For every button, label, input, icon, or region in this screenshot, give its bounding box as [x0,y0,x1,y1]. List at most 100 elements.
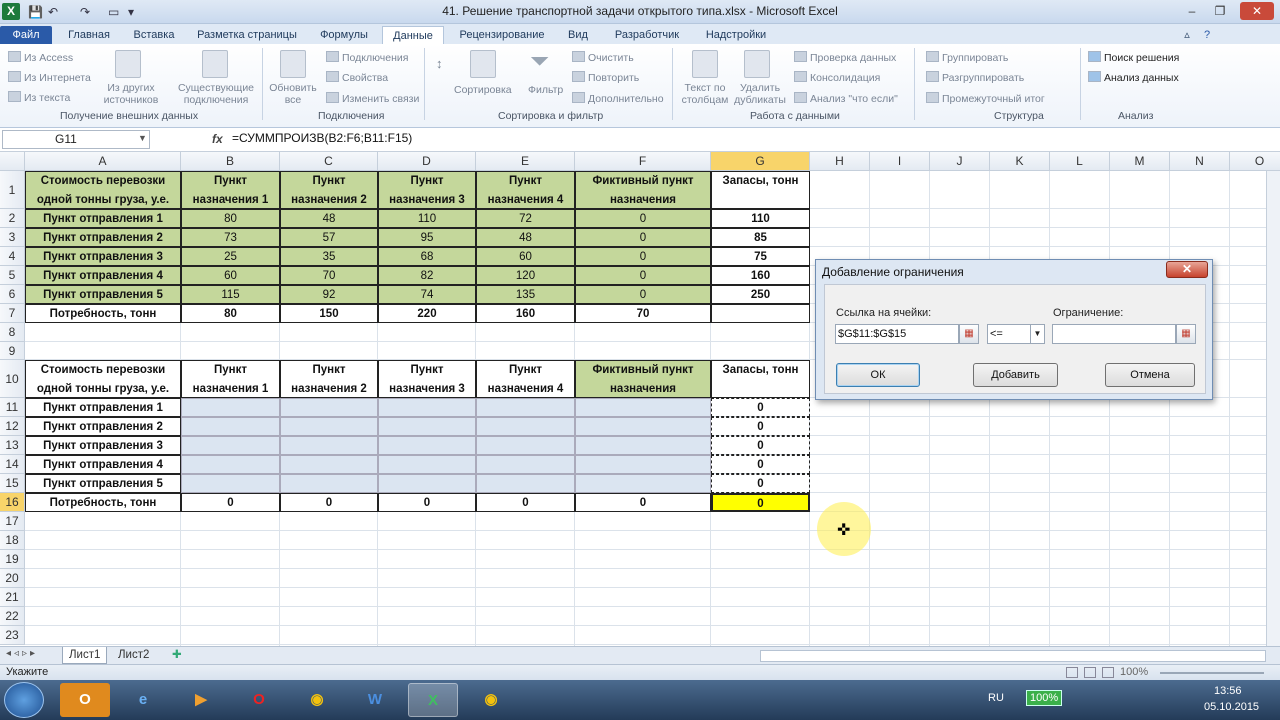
taskbar-excel-icon[interactable]: X [408,683,458,717]
table1-value-cell[interactable]: 72 [476,209,575,228]
tab-home[interactable]: Главная [60,26,118,44]
subtotal-button[interactable]: Промежуточный итог [926,92,1045,105]
battery-indicator[interactable]: 100% [1026,690,1063,706]
row-header[interactable]: 16 [0,493,25,512]
row-header[interactable]: 1 [0,171,25,209]
table1-row-label[interactable]: Пункт отправления 2 [25,228,181,247]
table1-column-header[interactable]: Запасы, тонн [711,171,810,209]
dialog-close-button[interactable]: ✕ [1166,261,1208,278]
properties-button[interactable]: Свойства [326,71,388,84]
table2-corner-header[interactable]: Стоимость перевозки одной тонны груза, у.… [25,360,181,398]
data-validation-button[interactable]: Проверка данных [794,51,896,64]
help-icon[interactable]: ? [1200,26,1214,44]
table2-row-label[interactable]: Пункт отправления 1 [25,398,181,417]
row-header[interactable]: 5 [0,266,25,285]
table2-variable-cell[interactable] [575,398,711,417]
column-header[interactable]: A [25,152,181,171]
row-header[interactable]: 7 [0,304,25,323]
page-layout-view-icon[interactable] [1084,667,1096,678]
table2-column-header[interactable]: Пункт назначения 4 [476,360,575,398]
table2-demand-cell[interactable]: 0 [181,493,280,512]
new-sheet-icon[interactable]: ✚ [166,647,188,664]
table1-demand-cell[interactable]: 150 [280,304,378,323]
tab-addins[interactable]: Надстройки [694,26,778,44]
column-header[interactable]: H [810,152,870,171]
table1-value-cell[interactable]: 68 [378,247,476,266]
sheet-tab-2[interactable]: Лист2 [112,647,155,664]
row-header[interactable]: 10 [0,360,25,398]
tab-file[interactable]: Файл [0,26,52,44]
table1-value-cell[interactable]: 82 [378,266,476,285]
minimize-icon[interactable]: – [1180,2,1204,20]
fx-icon[interactable]: fx [212,132,223,146]
formula-input[interactable]: =СУММПРОИЗВ(B2:F6;B11:F15) [232,131,412,145]
column-header[interactable]: E [476,152,575,171]
filter-button[interactable]: Фильтр [528,84,563,96]
cancel-button[interactable]: Отмена [1105,363,1195,387]
table2-demand-cell[interactable]: 0 [711,493,810,512]
table1-row-label[interactable]: Пункт отправления 5 [25,285,181,304]
table2-row-label[interactable]: Пункт отправления 4 [25,455,181,474]
table1-value-cell[interactable]: 95 [378,228,476,247]
table2-variable-cell[interactable] [378,436,476,455]
table1-value-cell[interactable]: 48 [280,209,378,228]
table1-value-cell[interactable]: 25 [181,247,280,266]
table1-value-cell[interactable]: 73 [181,228,280,247]
row-header[interactable]: 3 [0,228,25,247]
clock-date[interactable]: 05.10.2015 [1204,701,1259,713]
table1-value-cell[interactable]: 120 [476,266,575,285]
table2-variable-cell[interactable] [575,455,711,474]
table2-variable-cell[interactable] [378,474,476,493]
connections-button[interactable]: Подключения [326,51,408,64]
table1-demand-cell[interactable] [711,304,810,323]
row-header[interactable]: 12 [0,417,25,436]
table2-variable-cell[interactable] [575,474,711,493]
table2-demand-cell[interactable]: 0 [378,493,476,512]
zoom-slider[interactable] [1160,672,1264,674]
table2-demand-cell[interactable]: 0 [476,493,575,512]
column-header[interactable]: J [930,152,990,171]
table2-variable-cell[interactable] [280,455,378,474]
group-button[interactable]: Группировать [926,51,1008,64]
table2-supply-cell[interactable]: 0 [711,474,810,493]
table1-value-cell[interactable]: 250 [711,285,810,304]
select-all-corner[interactable] [0,152,25,171]
table2-supply-cell[interactable]: 0 [711,455,810,474]
tab-review[interactable]: Рецензирование [452,26,552,44]
clock-time[interactable]: 13:56 [1214,685,1242,697]
row-header[interactable]: 11 [0,398,25,417]
table1-column-header[interactable]: Пункт назначения 4 [476,171,575,209]
close-window-icon[interactable]: ✕ [1240,2,1274,20]
table1-demand-cell[interactable]: 80 [181,304,280,323]
zoom-level[interactable]: 100% [1120,666,1148,678]
row-header[interactable]: 2 [0,209,25,228]
table2-variable-cell[interactable] [280,398,378,417]
sort-button[interactable]: Сортировка [454,84,512,96]
table2-column-header[interactable]: Пункт назначения 3 [378,360,476,398]
table2-row-label[interactable]: Пункт отправления 3 [25,436,181,455]
table2-demand-label[interactable]: Потребность, тонн [25,493,181,512]
row-header[interactable]: 14 [0,455,25,474]
table2-column-header[interactable]: Фиктивный пункт назначения [575,360,711,398]
from-web-button[interactable]: Из Интернета [8,71,91,84]
table1-demand-label[interactable]: Потребность, тонн [25,304,181,323]
clear-button[interactable]: Очистить [572,51,634,64]
table1-column-header[interactable]: Пункт назначения 2 [280,171,378,209]
constraint-picker-icon[interactable]: ▦ [1176,324,1196,344]
remove-duplicates-button[interactable]: Удалить дубликаты [730,82,790,106]
table2-supply-cell[interactable]: 0 [711,436,810,455]
text-to-columns-button[interactable]: Текст по столбцам [678,82,732,106]
row-header[interactable]: 15 [0,474,25,493]
row-header[interactable]: 18 [0,531,25,550]
add-button[interactable]: Добавить [973,363,1058,387]
table2-variable-cell[interactable] [575,417,711,436]
table1-value-cell[interactable]: 74 [378,285,476,304]
table1-value-cell[interactable]: 85 [711,228,810,247]
table2-variable-cell[interactable] [575,436,711,455]
restore-icon[interactable]: ❐ [1208,2,1232,20]
column-header[interactable]: O [1230,152,1280,171]
taskbar-chrome-icon[interactable]: ◉ [292,683,342,717]
column-header[interactable]: I [870,152,930,171]
table2-variable-cell[interactable] [476,474,575,493]
table1-value-cell[interactable]: 35 [280,247,378,266]
